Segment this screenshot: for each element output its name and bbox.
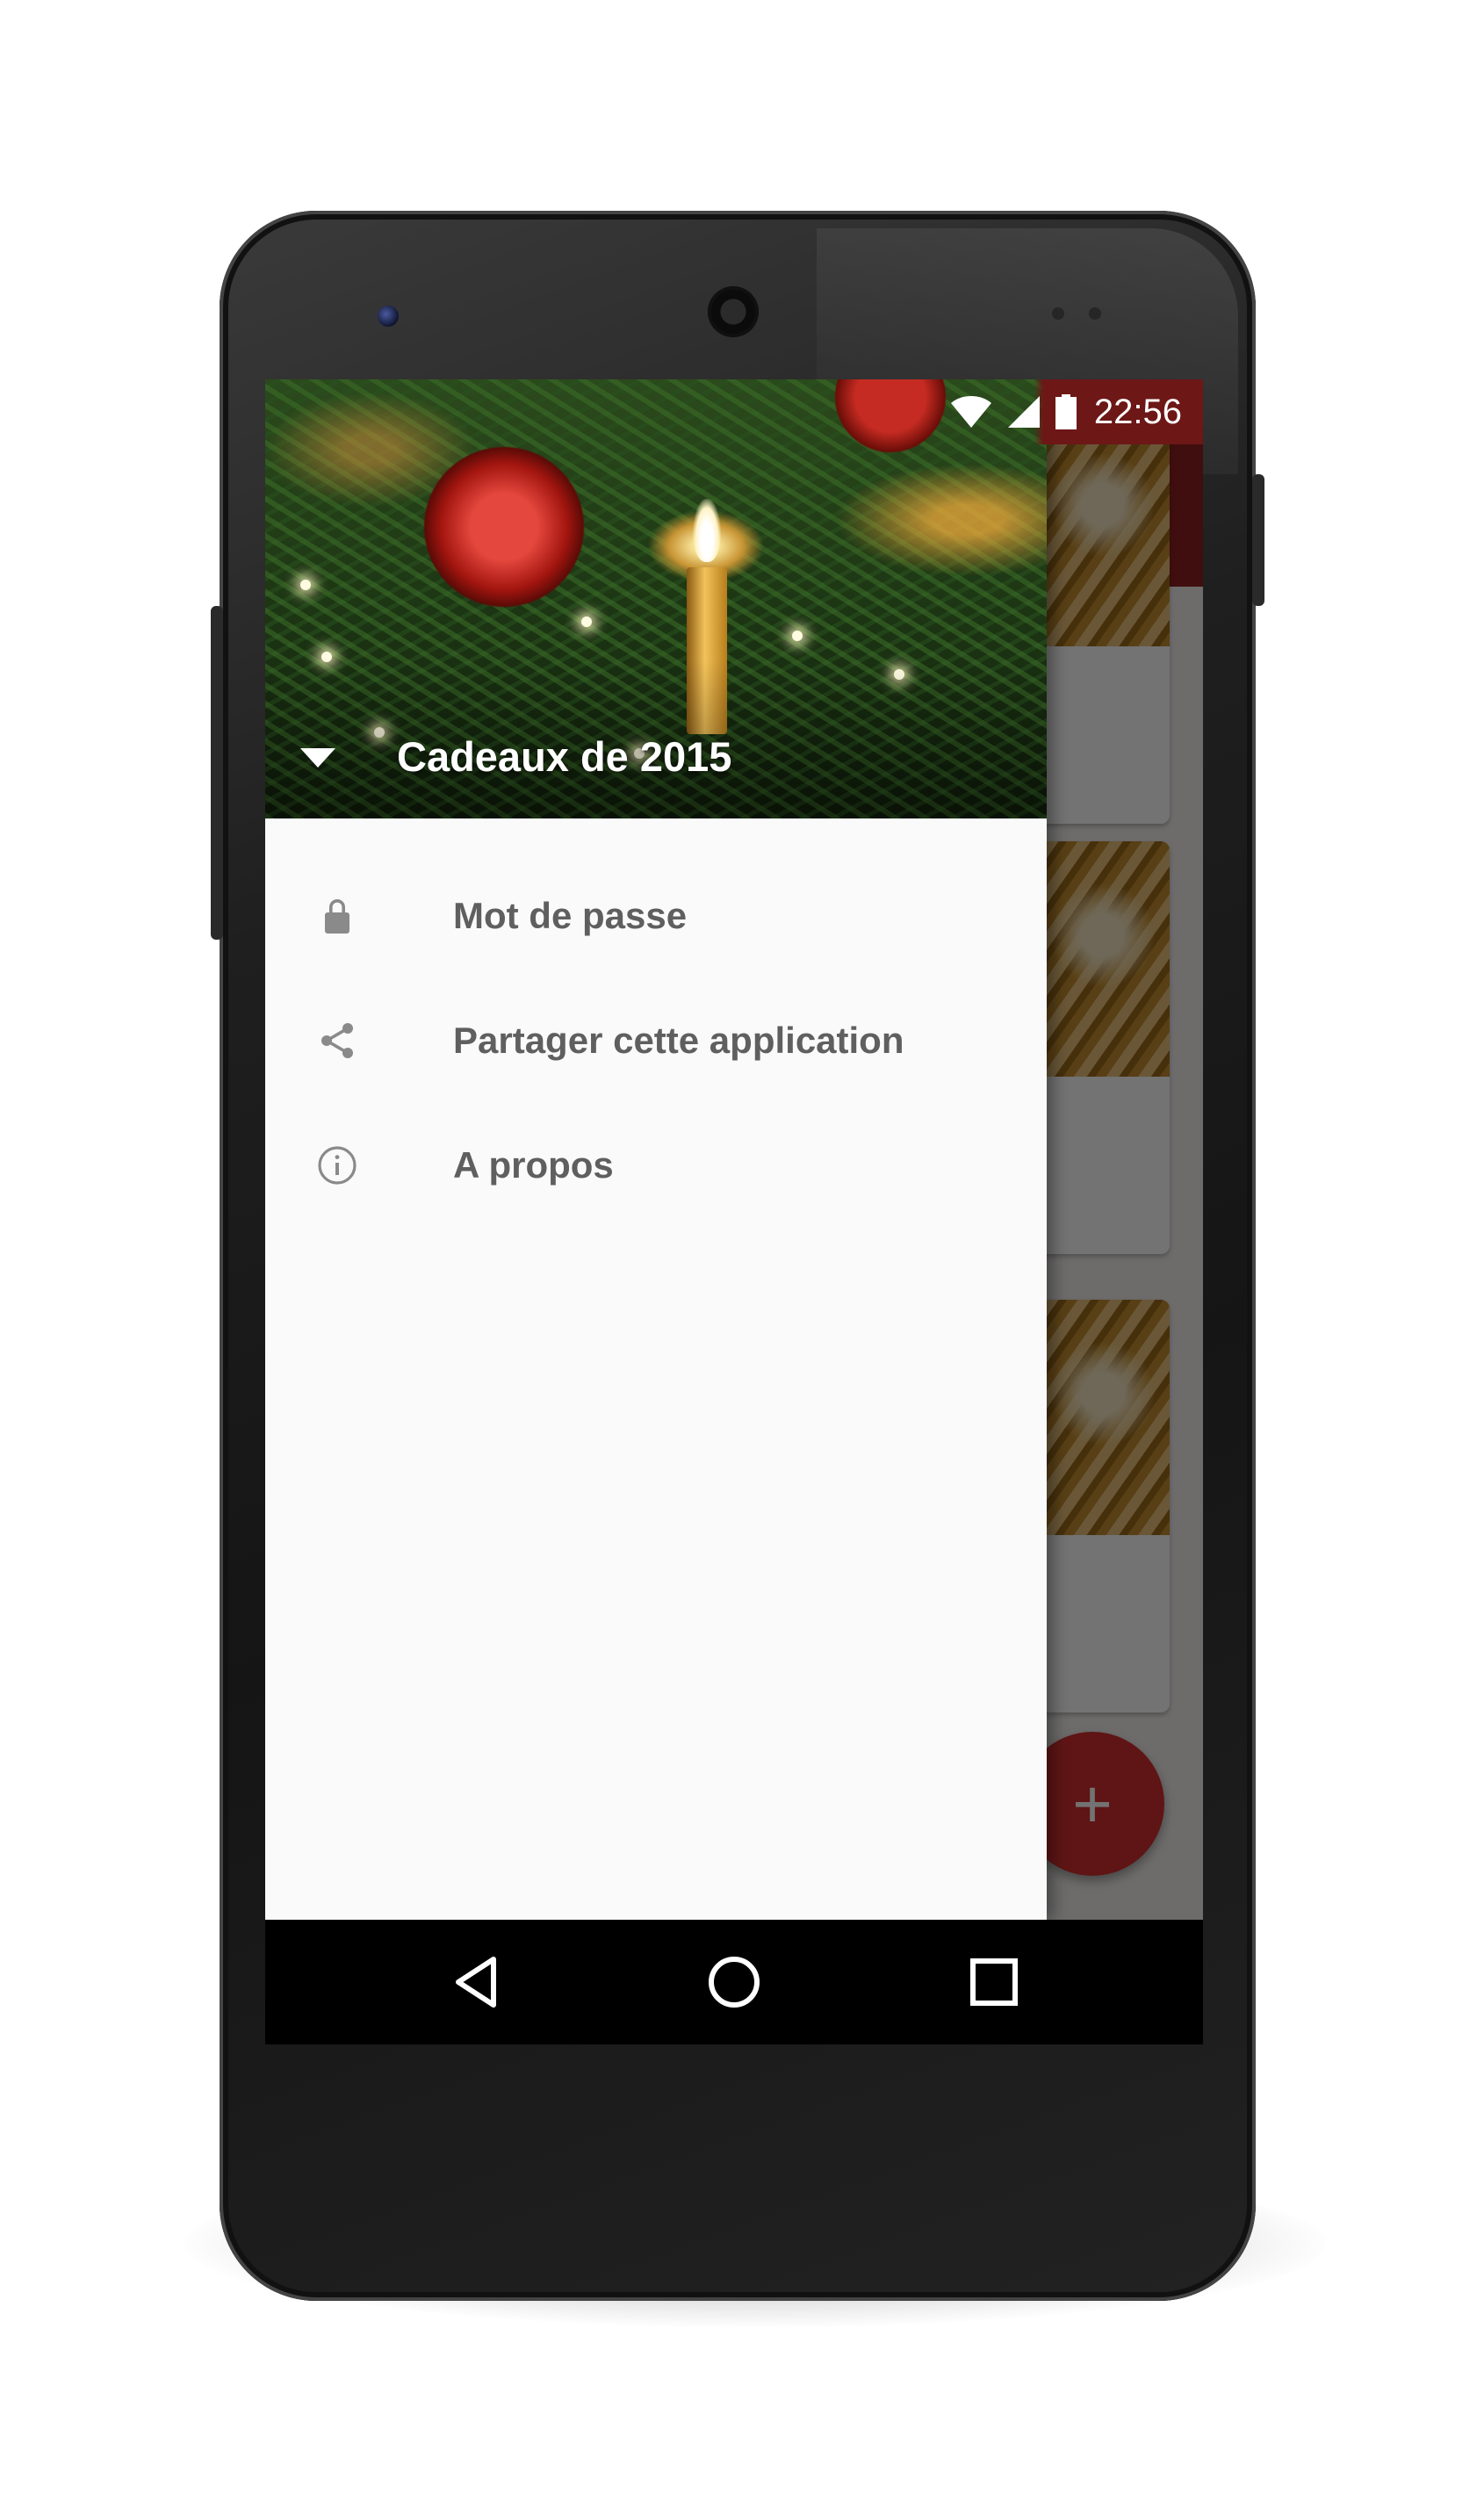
system-navigation-bar	[265, 1920, 1203, 2044]
share-icon	[321, 1023, 353, 1058]
menu-item-label: A propos	[453, 1144, 614, 1186]
info-icon	[318, 1146, 357, 1185]
header-image-light	[581, 616, 592, 627]
wifi-icon	[950, 396, 991, 428]
signal-icon	[1007, 396, 1040, 428]
volume-button	[211, 606, 223, 940]
header-image-light	[792, 631, 803, 641]
back-icon[interactable]	[446, 1950, 509, 2014]
drawer-menu: Mot de passe Partager cette application	[265, 818, 1047, 1228]
screen: + Cadeaux de 2015	[265, 379, 1203, 2044]
header-image-flame	[693, 499, 721, 562]
recent-apps-icon[interactable]	[962, 1950, 1026, 2014]
drawer-header: Cadeaux de 2015	[265, 379, 1047, 818]
dropdown-arrow-icon[interactable]	[300, 748, 335, 768]
front-camera	[378, 306, 399, 327]
menu-item-about[interactable]: A propos	[265, 1103, 1047, 1228]
menu-item-password[interactable]: Mot de passe	[265, 854, 1047, 978]
navigation-drawer: Cadeaux de 2015 Mot de passe Partager ce…	[265, 379, 1047, 1920]
menu-item-label: Partager cette application	[453, 1020, 904, 1061]
proximity-sensor	[1052, 307, 1064, 320]
earpiece-speaker	[708, 286, 759, 337]
status-bar: 22:56	[265, 379, 1203, 444]
status-time: 22:56	[1093, 392, 1182, 431]
battery-icon	[1055, 394, 1077, 429]
menu-item-share[interactable]: Partager cette application	[265, 978, 1047, 1103]
power-button	[1252, 474, 1264, 606]
header-image-light	[300, 580, 311, 590]
drawer-header-title[interactable]: Cadeaux de 2015	[397, 732, 731, 781]
device-mockup: + Cadeaux de 2015	[0, 0, 1484, 2509]
lock-icon	[325, 899, 349, 934]
light-sensor	[1089, 307, 1101, 320]
home-icon[interactable]	[702, 1950, 766, 2014]
menu-item-label: Mot de passe	[453, 895, 688, 936]
